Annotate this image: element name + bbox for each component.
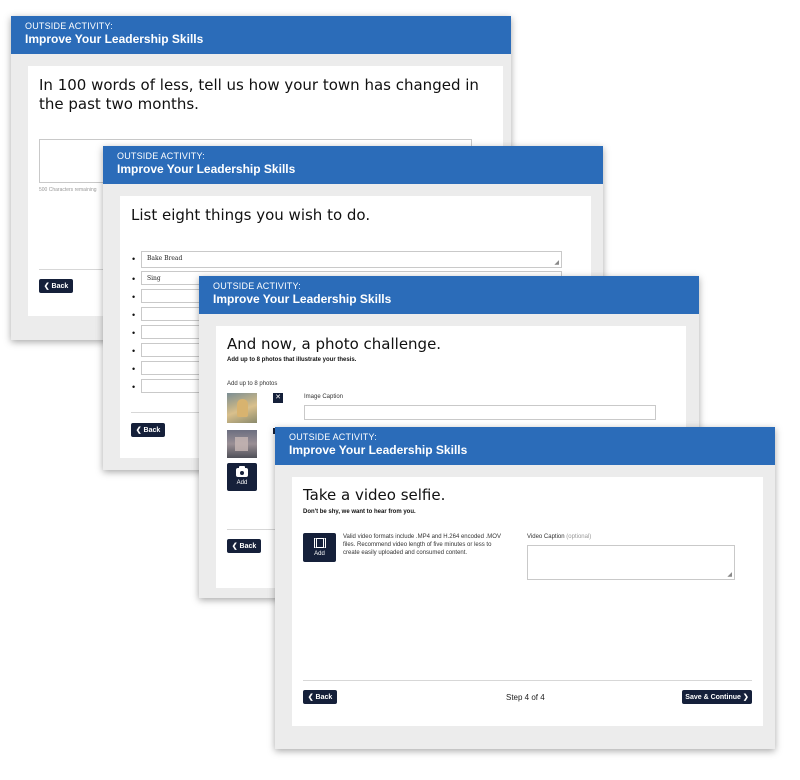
activity-kicker: OUTSIDE ACTIVITY: <box>25 21 113 31</box>
list-bullet: • <box>132 310 136 320</box>
divider <box>303 680 752 681</box>
activity-title: Improve Your Leadership Skills <box>25 32 204 46</box>
upload-label: Add up to 8 photos <box>227 381 278 387</box>
photo-subject <box>235 437 248 451</box>
activity-kicker: OUTSIDE ACTIVITY: <box>289 432 377 442</box>
list-item-1-value: Bake Bread <box>147 255 183 262</box>
video-caption-textarea[interactable]: ◢ <box>527 545 735 580</box>
camera-lens <box>239 469 245 476</box>
photo-thumbnail-1[interactable] <box>227 393 257 423</box>
list-bullet: • <box>132 382 136 392</box>
video-caption-label-text: Video Caption <box>527 534 565 540</box>
back-button[interactable]: ❮ Back <box>227 539 261 553</box>
add-video-button[interactable]: Add <box>303 533 336 562</box>
camera-bump <box>239 466 245 469</box>
image-caption-label: Image Caption <box>304 394 344 400</box>
photo-thumbnail-2[interactable] <box>227 430 257 458</box>
back-button[interactable]: ❮ Back <box>131 423 165 437</box>
card-video-selfie: OUTSIDE ACTIVITY: Improve Your Leadershi… <box>275 427 775 749</box>
add-video-label: Add <box>314 551 325 557</box>
photo-subject <box>237 399 248 417</box>
question-subtitle: Don't be shy, we want to hear from you. <box>303 509 416 515</box>
list-item-1[interactable]: Bake Bread ◢ <box>141 251 562 268</box>
video-format-info: Valid video formats include .MP4 and H.2… <box>343 534 501 556</box>
characters-remaining: 500 Characters remaining <box>39 187 97 193</box>
save-continue-button[interactable]: Save & Continue ❯ <box>682 690 752 704</box>
activity-header: OUTSIDE ACTIVITY: Improve Your Leadershi… <box>275 427 775 465</box>
activity-header: OUTSIDE ACTIVITY: Improve Your Leadershi… <box>103 146 603 184</box>
question-title: List eight things you wish to do. <box>131 206 371 224</box>
activity-title: Improve Your Leadership Skills <box>213 292 392 306</box>
film-icon <box>313 538 326 548</box>
image-caption-input[interactable] <box>304 405 656 420</box>
question-subtitle: Add up to 8 photos that illustrate your … <box>227 357 357 363</box>
question-title: And now, a photo challenge. <box>227 335 442 353</box>
activity-title: Improve Your Leadership Skills <box>289 443 468 457</box>
question-panel: Take a video selfie. Don't be shy, we wa… <box>292 477 763 726</box>
activity-kicker: OUTSIDE ACTIVITY: <box>213 281 301 291</box>
step-indicator: Step 4 of 4 <box>506 693 545 702</box>
video-caption-optional: (optional) <box>566 534 592 540</box>
list-bullet: • <box>132 274 136 284</box>
list-bullet: • <box>132 328 136 338</box>
question-title: In 100 words of less, tell us how your t… <box>39 76 479 113</box>
activity-header: OUTSIDE ACTIVITY: Improve Your Leadershi… <box>11 16 511 54</box>
list-bullet: • <box>132 346 136 356</box>
activity-title: Improve Your Leadership Skills <box>117 162 296 176</box>
add-photo-label: Add <box>236 480 248 486</box>
back-button[interactable]: ❮ Back <box>303 690 337 704</box>
list-bullet: • <box>132 364 136 374</box>
list-bullet: • <box>132 292 136 302</box>
back-button[interactable]: ❮ Back <box>39 279 73 293</box>
remove-photo-icon[interactable]: ✕ <box>273 393 283 403</box>
activity-header: OUTSIDE ACTIVITY: Improve Your Leadershi… <box>199 276 699 314</box>
resize-grip-icon[interactable]: ◢ <box>727 572 732 578</box>
video-caption-label: Video Caption (optional) <box>527 534 591 540</box>
activity-kicker: OUTSIDE ACTIVITY: <box>117 151 205 161</box>
add-photo-button[interactable]: Add <box>227 463 257 491</box>
camera-icon <box>236 466 248 477</box>
question-title: Take a video selfie. <box>303 486 446 504</box>
resize-grip-icon[interactable]: ◢ <box>554 260 559 266</box>
list-bullet: • <box>132 254 136 264</box>
